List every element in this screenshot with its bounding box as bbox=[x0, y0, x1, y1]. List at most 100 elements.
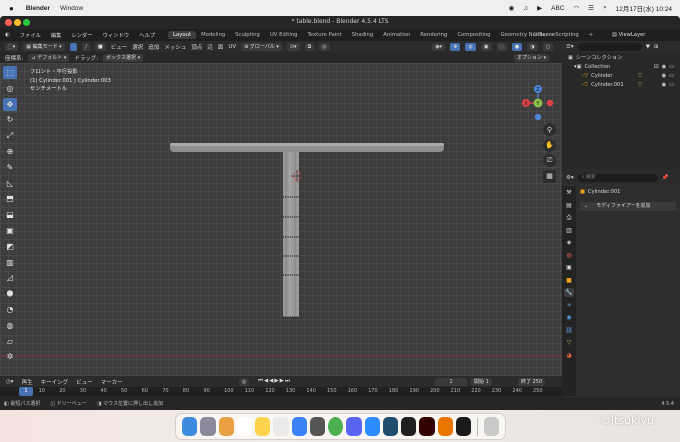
blender-logo-icon[interactable]: ◐ bbox=[0, 32, 15, 38]
add-cube-tool-icon[interactable]: ⬒ bbox=[3, 192, 17, 205]
options-dropdown[interactable]: オプション ▾ bbox=[513, 53, 549, 62]
physics-tab-icon[interactable]: ◉ bbox=[564, 313, 574, 322]
constraints-tab-icon[interactable]: ⛓ bbox=[564, 326, 574, 335]
header-menu-select[interactable]: 選択 bbox=[132, 43, 143, 51]
zoom-icon[interactable]: ⚲ bbox=[543, 123, 556, 136]
object-tab-icon[interactable]: ■ bbox=[564, 276, 574, 285]
zoom-app-icon[interactable] bbox=[364, 417, 380, 436]
calendar-icon[interactable] bbox=[236, 417, 252, 436]
control-center-icon[interactable]: ☰ bbox=[588, 4, 594, 12]
shading-solid-button[interactable]: ● bbox=[511, 42, 523, 51]
face-select-button[interactable]: ■ bbox=[94, 42, 106, 51]
view-layer-selector[interactable]: ▤ ViewLayer bbox=[612, 32, 645, 38]
timeline-ruler[interactable]: 1 10 20 30 40 50 60 70 80 90 100 110 120 130 140 150 16… bbox=[0, 387, 562, 396]
shading-rendered-button[interactable]: ○ bbox=[542, 42, 553, 51]
current-frame-field[interactable]: 1 bbox=[435, 377, 467, 386]
pin-icon[interactable]: 📌 bbox=[662, 175, 669, 181]
ortho-grid-icon[interactable]: ▦ bbox=[543, 169, 556, 183]
tab-scripting[interactable]: Scripting bbox=[550, 31, 584, 39]
pan-hand-icon[interactable]: ✋ bbox=[543, 138, 556, 152]
overlay-toggle[interactable]: ◍ bbox=[465, 42, 476, 51]
view-layer-tab-icon[interactable]: ▥ bbox=[564, 226, 574, 235]
transform-orientation-dropdown[interactable]: ⊕ グローバル ▾ bbox=[241, 42, 282, 51]
camera-view-icon[interactable]: ⎚ bbox=[543, 154, 556, 167]
trash-icon[interactable] bbox=[483, 417, 500, 436]
new-collection-icon[interactable]: ⊞ bbox=[654, 44, 659, 50]
drag-mode-dropdown[interactable]: ボックス選択 ▾ bbox=[103, 53, 144, 62]
shading-material-button[interactable]: ◑ bbox=[527, 42, 538, 51]
window-menu[interactable]: Window bbox=[60, 5, 83, 12]
header-menu-edge[interactable]: 辺 bbox=[207, 43, 213, 51]
start-frame-field[interactable]: 開始 1 bbox=[471, 377, 492, 386]
terminal-icon[interactable] bbox=[455, 417, 471, 436]
playhead[interactable]: 1 bbox=[19, 387, 33, 396]
outliner-scene-collection[interactable]: ▣ シーンコレクション bbox=[562, 53, 680, 62]
properties-search-input[interactable]: ⌕ 検索 bbox=[577, 174, 658, 182]
coord-system-dropdown[interactable]: ⊿ デフォルト ▾ bbox=[28, 53, 70, 62]
cursor-tool-icon[interactable]: ◎ bbox=[3, 82, 17, 95]
snap-toggle[interactable]: ⧉ bbox=[304, 42, 315, 51]
loop-cut-tool-icon[interactable]: ▥ bbox=[3, 256, 17, 269]
particles-tab-icon[interactable]: ✳ bbox=[564, 301, 574, 310]
annotate-tool-icon[interactable]: ✎ bbox=[3, 161, 17, 174]
gizmo-toggle[interactable]: ✥ bbox=[450, 42, 461, 51]
timeline-menu-keying[interactable]: キーイング bbox=[41, 378, 69, 386]
eye-icon[interactable]: ◉ bbox=[662, 64, 667, 70]
bevel-tool-icon[interactable]: ◩ bbox=[3, 240, 17, 253]
end-frame-field[interactable]: 終了 250 bbox=[518, 377, 546, 386]
settings-icon[interactable] bbox=[309, 417, 325, 436]
sourcetree-icon[interactable] bbox=[382, 417, 398, 436]
material-tab-icon[interactable]: ◕ bbox=[564, 351, 574, 360]
timeline-menu-view[interactable]: ビュー bbox=[76, 378, 93, 386]
shear-tool-icon[interactable]: ▱ bbox=[3, 335, 17, 348]
tab-shading[interactable]: Shading bbox=[347, 31, 379, 39]
collection-tab-icon[interactable]: ▣ bbox=[564, 263, 574, 272]
tab-texture-paint[interactable]: Texture Paint bbox=[303, 31, 347, 39]
render-tab-icon[interactable]: ▤ bbox=[564, 201, 574, 210]
header-menu-face[interactable]: 面 bbox=[218, 43, 224, 51]
photos-icon[interactable] bbox=[218, 417, 234, 436]
header-menu-add[interactable]: 追加 bbox=[148, 43, 159, 51]
tab-sculpting[interactable]: Sculpting bbox=[230, 31, 265, 39]
checkbox-icon[interactable]: ☑ bbox=[654, 64, 659, 70]
record-icon[interactable]: ◉ bbox=[509, 4, 515, 12]
knife-tool-icon[interactable]: ◿ bbox=[3, 271, 17, 284]
illustrator-icon[interactable] bbox=[419, 417, 435, 436]
freeform-icon[interactable] bbox=[273, 417, 289, 436]
filter-icon[interactable]: ▼ bbox=[646, 44, 650, 50]
output-tab-icon[interactable]: ⎙ bbox=[564, 213, 574, 222]
scene-tab-icon[interactable]: ◈ bbox=[564, 238, 574, 247]
navigation-gizmo[interactable]: X Z Y bbox=[519, 84, 557, 122]
poly-build-tool-icon[interactable]: ⬢ bbox=[3, 287, 17, 300]
proportional-edit-toggle[interactable]: ◎ bbox=[319, 42, 330, 51]
xray-toggle[interactable]: ▣ bbox=[480, 42, 492, 51]
shading-wireframe-button[interactable]: ◌ bbox=[496, 42, 507, 51]
header-menu-uv[interactable]: UV bbox=[228, 44, 236, 50]
add-workspace-button[interactable]: + bbox=[584, 31, 598, 39]
play-icon[interactable]: ▶ bbox=[537, 4, 542, 12]
header-menu-vertex[interactable]: 頂点 bbox=[191, 43, 202, 51]
table-leg-mesh[interactable] bbox=[283, 152, 299, 317]
camera-icon[interactable]: ▭ bbox=[669, 64, 674, 70]
outliner-object-cylinder-001[interactable]: ›▽ Cylinder.001 ▽ ◉ ▭ bbox=[562, 80, 680, 89]
pivot-dropdown[interactable]: ⊙▾ bbox=[286, 42, 300, 51]
outliner-editor-type-icon[interactable]: ☰▾ bbox=[566, 44, 574, 50]
mode-dropdown[interactable]: ▦ 編集モード ▾ bbox=[23, 42, 65, 51]
header-menu-view[interactable]: ビュー bbox=[111, 43, 128, 51]
menu-file[interactable]: ファイル bbox=[15, 31, 46, 39]
blender-dock-icon[interactable] bbox=[437, 417, 453, 436]
camera-icon[interactable]: ▭ bbox=[669, 73, 674, 79]
outliner-search-input[interactable] bbox=[577, 43, 642, 51]
app-name-menu[interactable]: Blender bbox=[26, 5, 50, 12]
smooth-tool-icon[interactable]: ◍ bbox=[3, 319, 17, 332]
wifi-icon[interactable]: ◠ bbox=[573, 4, 579, 12]
eye-icon[interactable]: ◉ bbox=[662, 82, 667, 88]
tab-uv-editing[interactable]: UV Editing bbox=[265, 31, 303, 39]
vertex-select-button[interactable]: · bbox=[69, 42, 78, 51]
rip-tool-icon[interactable]: ✲ bbox=[3, 350, 17, 363]
playback-controls[interactable]: ⏮◀◀▶▶⏭ bbox=[258, 378, 291, 385]
outliner-collection[interactable]: ▾▣ Collection ☑ ◉ ▭ bbox=[562, 62, 680, 71]
timeline-menu-playback[interactable]: 再生 bbox=[22, 378, 33, 386]
tab-animation[interactable]: Animation bbox=[378, 31, 415, 39]
rotate-tool-icon[interactable]: ↻ bbox=[3, 113, 17, 126]
